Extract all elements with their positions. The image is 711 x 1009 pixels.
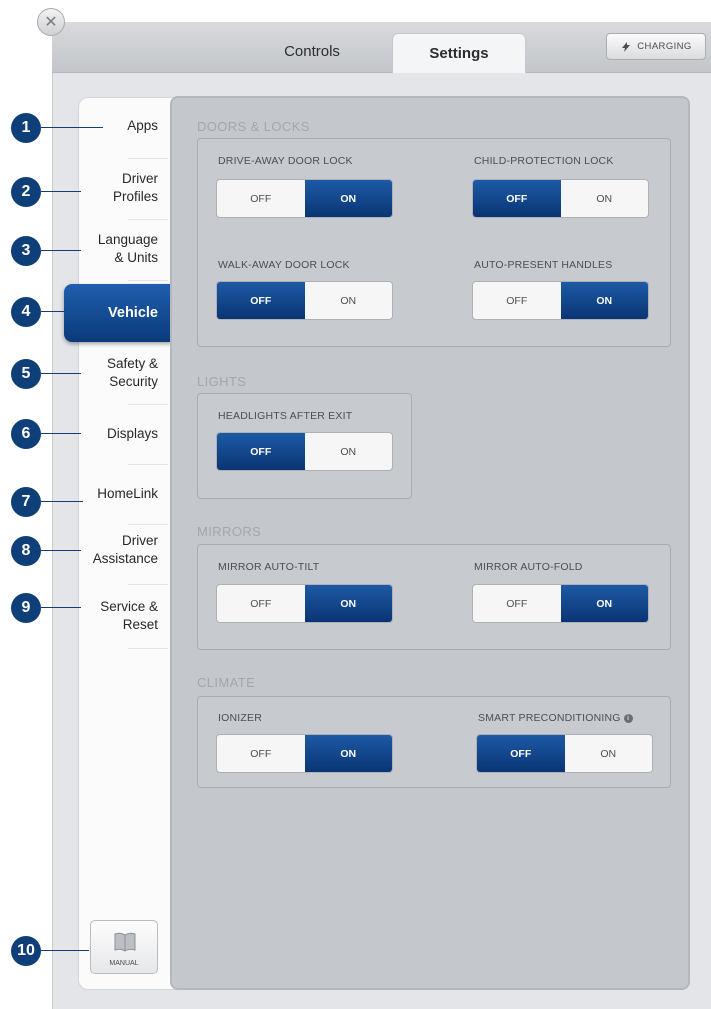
close-icon: ✕ — [44, 14, 58, 31]
auto-present-handles-toggle[interactable]: OFF ON — [472, 281, 649, 320]
tab-controls[interactable]: Controls — [250, 32, 374, 70]
headlights-after-exit-toggle[interactable]: OFF ON — [216, 432, 393, 471]
child-protection-lock-toggle[interactable]: OFF ON — [472, 179, 649, 218]
toggle-on[interactable]: ON — [561, 180, 649, 217]
smart-preconditioning-label-row: SMART PRECONDITIONING i — [478, 712, 633, 724]
callout-leader — [41, 191, 81, 192]
manual-label: MANUAL — [109, 960, 139, 967]
mirror-auto-tilt-toggle[interactable]: OFF ON — [216, 584, 393, 623]
toggle-off[interactable]: OFF — [217, 282, 305, 319]
walk-away-door-lock-toggle[interactable]: OFF ON — [216, 281, 393, 320]
toggle-off[interactable]: OFF — [473, 585, 561, 622]
mirror-auto-fold-label: MIRROR AUTO-FOLD — [474, 561, 583, 573]
toggle-on[interactable]: ON — [304, 180, 392, 217]
toggle-off[interactable]: OFF — [477, 735, 565, 772]
headlights-after-exit-label: HEADLIGHTS AFTER EXIT — [218, 410, 353, 422]
toggle-on[interactable]: ON — [305, 282, 393, 319]
info-icon[interactable]: i — [623, 714, 633, 723]
callout-5: 5 — [11, 359, 41, 389]
section-title-mirrors: MIRRORS — [197, 524, 262, 539]
sidebar-divider — [128, 524, 168, 525]
toggle-on[interactable]: ON — [560, 282, 648, 319]
sidebar-divider — [128, 404, 168, 405]
auto-present-handles-label: AUTO-PRESENT HANDLES — [474, 259, 613, 271]
toggle-off[interactable]: OFF — [217, 180, 305, 217]
sidebar-divider — [128, 219, 168, 220]
charging-button[interactable]: CHARGING — [606, 33, 706, 60]
toggle-off[interactable]: OFF — [217, 433, 305, 470]
section-title-doors-locks: DOORS & LOCKS — [197, 119, 310, 134]
sidebar-item-safety-security[interactable]: Safety & Security — [78, 352, 168, 394]
walk-away-door-lock-label: WALK-AWAY DOOR LOCK — [218, 259, 350, 271]
manual-button[interactable]: MANUAL — [90, 920, 158, 974]
sidebar-item-service-reset[interactable]: Service & Reset — [78, 595, 168, 637]
sidebar-divider — [128, 158, 168, 159]
callout-leader — [41, 250, 81, 251]
ionizer-toggle[interactable]: OFF ON — [216, 734, 393, 773]
mirror-auto-tilt-label: MIRROR AUTO-TILT — [218, 561, 320, 573]
callout-7: 7 — [11, 487, 41, 517]
toggle-off[interactable]: OFF — [473, 180, 561, 217]
mirror-auto-fold-toggle[interactable]: OFF ON — [472, 584, 649, 623]
drive-away-door-lock-toggle[interactable]: OFF ON — [216, 179, 393, 218]
callout-leader — [41, 607, 81, 608]
sidebar-item-vehicle[interactable]: Vehicle — [64, 284, 172, 342]
callout-6: 6 — [11, 419, 41, 449]
callout-10: 10 — [11, 936, 41, 966]
sidebar-divider — [128, 280, 168, 281]
toggle-on[interactable]: ON — [304, 585, 392, 622]
callout-3: 3 — [11, 236, 41, 266]
callout-leader — [41, 950, 89, 951]
toggle-off[interactable]: OFF — [473, 282, 561, 319]
drive-away-door-lock-label: DRIVE-AWAY DOOR LOCK — [218, 155, 353, 167]
toggle-on[interactable]: ON — [560, 585, 648, 622]
sidebar-item-driver-assistance[interactable]: Driver Assistance — [78, 529, 168, 571]
sidebar-divider — [128, 584, 168, 585]
callout-1: 1 — [11, 113, 41, 143]
tab-settings[interactable]: Settings — [392, 33, 526, 73]
sidebar-item-language-units[interactable]: Language & Units — [78, 228, 168, 270]
callout-4: 4 — [11, 297, 41, 327]
sidebar-item-displays[interactable]: Displays — [78, 416, 168, 452]
callout-leader — [41, 373, 81, 374]
charging-bolt-icon — [622, 41, 631, 52]
sidebar-item-apps[interactable]: Apps — [78, 108, 168, 144]
callout-9: 9 — [11, 593, 41, 623]
section-title-climate: CLIMATE — [197, 675, 256, 690]
callout-leader — [41, 311, 65, 312]
toggle-off[interactable]: OFF — [217, 735, 305, 772]
callout-leader — [41, 433, 81, 434]
sidebar-item-homelink[interactable]: HomeLink — [78, 476, 168, 512]
toggle-off[interactable]: OFF — [217, 585, 305, 622]
smart-preconditioning-label: SMART PRECONDITIONING — [478, 712, 621, 724]
book-icon — [114, 932, 136, 952]
callout-2: 2 — [11, 177, 41, 207]
charging-label: CHARGING — [637, 41, 692, 52]
close-button[interactable]: ✕ — [37, 8, 65, 36]
ionizer-label: IONIZER — [218, 712, 262, 724]
child-protection-lock-label: CHILD-PROTECTION LOCK — [474, 155, 614, 167]
callout-leader — [41, 127, 103, 128]
toggle-on[interactable]: ON — [305, 433, 393, 470]
sidebar-divider — [128, 464, 168, 465]
sidebar-item-driver-profiles[interactable]: Driver Profiles — [78, 167, 168, 209]
toggle-on[interactable]: ON — [565, 735, 653, 772]
callout-leader — [41, 501, 83, 502]
toggle-on[interactable]: ON — [304, 735, 392, 772]
callout-8: 8 — [11, 536, 41, 566]
sidebar-divider — [128, 648, 168, 649]
section-title-lights: LIGHTS — [197, 374, 247, 389]
callout-leader — [41, 550, 81, 551]
smart-preconditioning-toggle[interactable]: OFF ON — [476, 734, 653, 773]
